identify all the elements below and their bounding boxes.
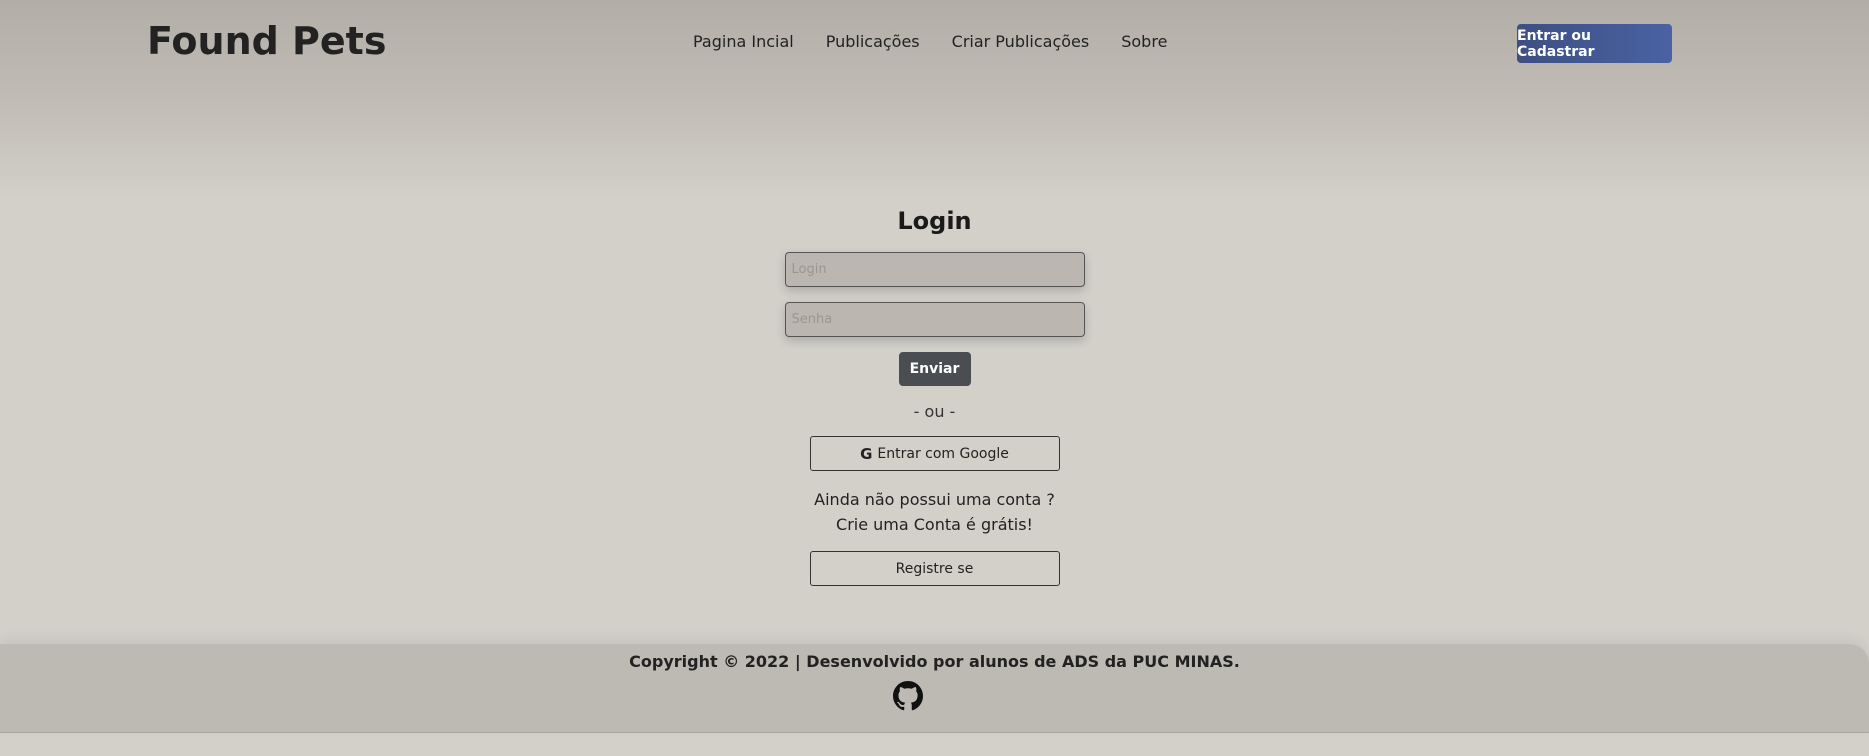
github-icon[interactable] — [893, 681, 923, 711]
no-account-message: Ainda não possui uma conta ? Crie uma Co… — [814, 487, 1055, 537]
register-button[interactable]: Registre se — [809, 551, 1060, 586]
footer: Copyright © 2022 | Desenvolvido por alun… — [0, 644, 1869, 733]
nav-link-home[interactable]: Pagina Incial — [693, 32, 794, 51]
no-account-line-1: Ainda não possui uma conta ? — [814, 490, 1055, 509]
password-input[interactable] — [784, 302, 1085, 337]
no-account-line-2: Crie uma Conta é grátis! — [836, 515, 1033, 534]
submit-button[interactable]: Enviar — [898, 352, 971, 386]
nav-link-create-publication[interactable]: Criar Publicações — [952, 32, 1090, 51]
login-form: Login Enviar - ou - G Entrar com Google … — [0, 205, 1869, 586]
google-login-label: Entrar com Google — [877, 445, 1009, 462]
brand-logo[interactable]: Found Pets — [147, 19, 386, 63]
login-register-button[interactable]: Entrar ou Cadastrar — [1517, 24, 1672, 63]
copyright-text: Copyright © 2022 | Desenvolvido por alun… — [629, 652, 1240, 671]
login-title: Login — [897, 207, 972, 235]
header: Found Pets Pagina Incial Publicações Cri… — [0, 0, 1869, 200]
google-g-icon: G — [860, 444, 873, 463]
login-input[interactable] — [784, 252, 1085, 287]
google-login-button[interactable]: G Entrar com Google — [809, 436, 1060, 471]
nav-link-publications[interactable]: Publicações — [826, 32, 920, 51]
main-nav: Pagina Incial Publicações Criar Publicaç… — [693, 32, 1167, 51]
or-separator: - ou - — [913, 402, 956, 421]
nav-link-about[interactable]: Sobre — [1121, 32, 1167, 51]
